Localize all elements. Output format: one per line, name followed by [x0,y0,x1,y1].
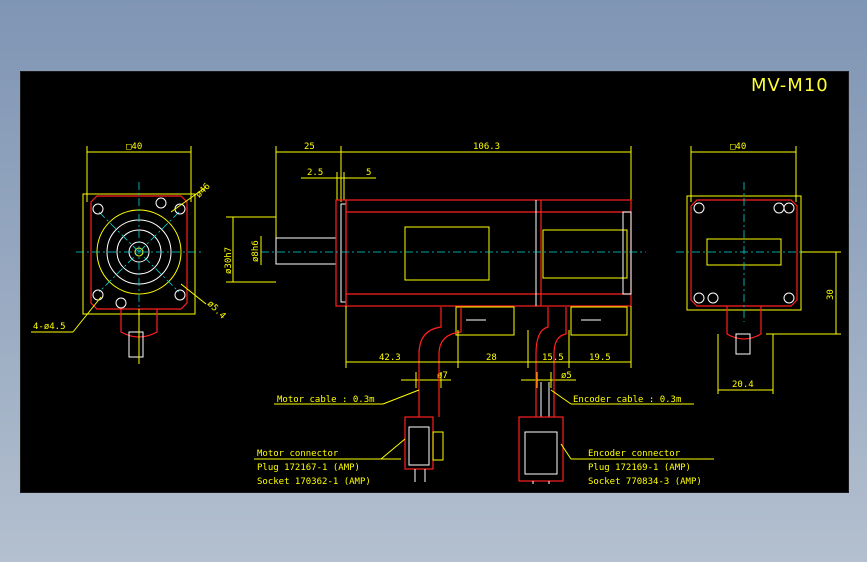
motor-shaft [275,237,337,265]
mount-hole [92,203,104,215]
drawing-title: MV-M10 [751,75,829,96]
motor-cable-elbow [418,307,442,368]
encoder-plug-label: Plug 172169-1 (AMP) [588,463,691,473]
d46-dim: ø46 [194,182,213,201]
mount-hole [92,289,104,301]
holes-dim: 4-ø4.5 [33,322,66,332]
dim-28: 28 [486,353,497,363]
cad-drawing: MV-M10 □40 ø46 ø5.4 4-ø4.5 25 106.3 2.5 … [31,75,841,487]
rear-square-dim: □40 [730,142,746,152]
rear-20-4-dim: 20.4 [732,380,754,390]
encoder-connector [518,416,564,482]
drawing-canvas: MV-M10 □40 ø46 ø5.4 4-ø4.5 25 106.3 2.5 … [20,71,849,493]
rear-view: □40 30 20.4 [676,142,841,394]
dim-15-5: 15.5 [542,353,564,363]
motor-plug-label: Plug 172167-1 (AMP) [257,463,360,473]
d54-dim: ø5.4 [205,299,227,321]
motor-connector-label: Motor connector [257,449,339,459]
motor-cable-label: Motor cable : 0.3m [277,395,375,405]
front-square-dim: □40 [126,142,142,152]
encoder-cable-label: Encoder cable : 0.3m [573,395,681,405]
motor-socket-label: Socket 170362-1 (AMP) [257,477,371,487]
d30h7-dim: ø30h7 [224,247,234,274]
d8h6-dim: ø8h6 [251,240,261,262]
mount-hole [174,289,186,301]
dim-42-3: 42.3 [379,353,401,363]
body-len-dim: 106.3 [473,142,500,152]
flange-a-dim: 2.5 [307,168,323,178]
shaft-len-dim: 25 [304,142,315,152]
flange-b-dim: 5 [366,168,371,178]
side-view: 25 106.3 2.5 5 ø30h7 ø8h6 42.3 28 15.5 1… [224,142,714,487]
encoder-cable-diameter: ø5 [561,371,572,381]
encoder-connector-label: Encoder connector [588,449,681,459]
front-view: □40 ø46 ø5.4 4-ø4.5 [31,142,227,364]
dim-19-5: 19.5 [589,353,611,363]
encoder-socket-label: Socket 770834-3 (AMP) [588,477,702,487]
rear-30-dim: 30 [826,289,836,300]
